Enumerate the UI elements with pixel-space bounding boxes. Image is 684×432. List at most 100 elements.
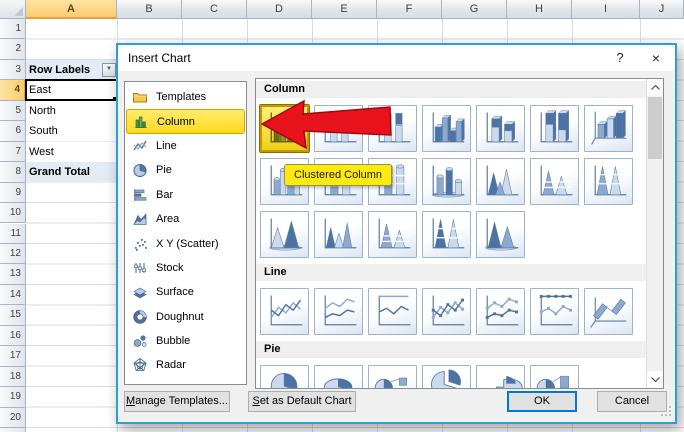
chart-type-exploded-pie[interactable] — [422, 365, 471, 388]
cell-a5[interactable]: North — [26, 101, 117, 121]
row-header-20[interactable]: 20 — [0, 407, 26, 428]
select-all-corner[interactable] — [0, 0, 26, 19]
chart-type-clustered-column-3d[interactable] — [422, 105, 471, 152]
filter-dropdown-button[interactable]: ▼ — [102, 63, 116, 77]
sidebar-item-column[interactable]: Column — [126, 109, 245, 134]
chart-type-line[interactable] — [260, 288, 309, 335]
sidebar-item-bar[interactable]: Bar — [125, 183, 246, 207]
chart-type-stacked-line-markers[interactable] — [476, 288, 525, 335]
column-header-d[interactable]: D — [247, 0, 312, 19]
dialog-titlebar[interactable]: Insert Chart ? × — [118, 45, 675, 71]
chart-type-cylinder-3d[interactable] — [422, 158, 471, 205]
row-header-21[interactable]: 21 — [0, 428, 26, 432]
manage-templates-button[interactable]: Manage Templates... — [124, 391, 230, 412]
chart-type-stacked-column-100-3d[interactable] — [530, 105, 579, 152]
sidebar-item-surface[interactable]: Surface — [125, 280, 246, 304]
row-header-19[interactable]: 19 — [0, 387, 26, 408]
chart-type-clustered-cone[interactable] — [476, 158, 525, 205]
chart-type-column-3d[interactable] — [584, 105, 633, 152]
close-button[interactable]: × — [641, 45, 671, 71]
chart-type-stacked-line[interactable] — [314, 288, 363, 335]
scroll-down-button[interactable] — [647, 371, 663, 388]
sidebar-item-stock[interactable]: Stock — [125, 256, 246, 280]
cell-a7[interactable]: West — [26, 142, 117, 162]
chart-type-line-markers[interactable] — [422, 288, 471, 335]
sidebar-item-templates[interactable]: Templates — [125, 85, 246, 109]
row-header-5[interactable]: 5 — [0, 100, 26, 122]
cell-a3-row-labels[interactable]: Row Labels ▼ — [26, 60, 117, 80]
scroll-up-button[interactable] — [647, 79, 663, 96]
row-header-1[interactable]: 1 — [0, 19, 26, 40]
chart-type-stacked-column-3d[interactable] — [476, 105, 525, 152]
row-header-15[interactable]: 15 — [0, 305, 26, 326]
sidebar-item-area[interactable]: Area — [125, 207, 246, 231]
row-header-13[interactable]: 13 — [0, 264, 26, 285]
row-header-16[interactable]: 16 — [0, 325, 26, 347]
row-header-10[interactable]: 10 — [0, 203, 26, 224]
column-header-f[interactable]: F — [377, 0, 442, 19]
row-header-18[interactable]: 18 — [0, 366, 26, 388]
ok-button[interactable]: OK — [507, 391, 577, 412]
cancel-button[interactable]: Cancel — [597, 391, 667, 412]
area-chart-icon — [130, 211, 150, 227]
category-label: X Y (Scatter) — [156, 237, 219, 250]
sidebar-item-line[interactable]: Line — [125, 134, 246, 158]
scrollbar-thumb[interactable] — [648, 97, 662, 159]
sidebar-item-doughnut[interactable]: Doughnut — [125, 305, 246, 329]
sidebar-item-x-y-scatter[interactable]: X Y (Scatter) — [125, 231, 246, 255]
chart-type-stacked-pyramid-100[interactable] — [422, 211, 471, 258]
sidebar-item-pie[interactable]: Pie — [125, 158, 246, 182]
column-header-g[interactable]: G — [442, 0, 507, 19]
bubble-chart-icon — [130, 333, 150, 349]
chart-type-pyramid-3d[interactable] — [476, 211, 525, 258]
chart-type-stacked-line-100[interactable] — [368, 288, 417, 335]
chart-type-pie-3d[interactable] — [314, 365, 363, 388]
column-header-b[interactable]: B — [117, 0, 182, 19]
row-header-12[interactable]: 12 — [0, 243, 26, 265]
chart-type-clustered-pyramid[interactable] — [314, 211, 363, 258]
chart-type-stacked-line-markers-100[interactable] — [530, 288, 579, 335]
row-header-4[interactable]: 4 — [0, 80, 26, 101]
resize-grip[interactable] — [661, 406, 672, 420]
category-label: Surface — [156, 286, 194, 299]
chart-type-stacked-cone-100[interactable] — [584, 158, 633, 205]
chart-type-cone-3d[interactable] — [260, 211, 309, 258]
column-header-h[interactable]: H — [507, 0, 572, 19]
sidebar-item-radar[interactable]: Radar — [125, 353, 246, 377]
row-header-3[interactable]: 3 — [0, 59, 26, 81]
column-header-i[interactable]: I — [572, 0, 640, 19]
chart-type-exploded-pie-3d[interactable] — [476, 365, 525, 388]
category-label: Column — [157, 115, 195, 128]
row-header-7[interactable]: 7 — [0, 141, 26, 163]
row-header-11[interactable]: 11 — [0, 223, 26, 244]
chart-type-line-3d[interactable] — [584, 288, 633, 335]
chart-type-bar-of-pie[interactable] — [530, 365, 579, 388]
category-label: Doughnut — [156, 310, 204, 323]
cell-a8-grand-total[interactable]: Grand Total — [26, 162, 117, 182]
gallery-scrollbar[interactable] — [646, 79, 663, 388]
row-header-6[interactable]: 6 — [0, 121, 26, 142]
chart-type-pie[interactable] — [260, 365, 309, 388]
column-header-e[interactable]: E — [312, 0, 377, 19]
chart-type-stacked-cone[interactable] — [530, 158, 579, 205]
column-chart-icon — [131, 114, 151, 130]
row-header-9[interactable]: 9 — [0, 182, 26, 204]
row-header-8[interactable]: 8 — [0, 162, 26, 183]
help-button[interactable]: ? — [605, 45, 635, 71]
row-header-2[interactable]: 2 — [0, 39, 26, 60]
set-as-default-chart-button[interactable]: Set as Default Chart — [248, 391, 356, 412]
doughnut-chart-icon — [130, 309, 150, 325]
cell-a4-selected[interactable]: East — [25, 79, 118, 101]
column-header-c[interactable]: C — [182, 0, 247, 19]
sidebar-item-bubble[interactable]: Bubble — [125, 329, 246, 353]
stock-chart-icon — [130, 260, 150, 276]
row-header-17[interactable]: 17 — [0, 346, 26, 367]
scatter-chart-icon — [130, 236, 150, 252]
chart-type-pie-of-pie[interactable] — [368, 365, 417, 388]
row-header-14[interactable]: 14 — [0, 284, 26, 306]
chart-type-stacked-pyramid[interactable] — [368, 211, 417, 258]
radar-chart-icon — [130, 357, 150, 373]
column-header-a[interactable]: A — [26, 0, 117, 19]
cell-a6[interactable]: South — [26, 121, 117, 141]
column-header-j[interactable]: J — [640, 0, 684, 19]
